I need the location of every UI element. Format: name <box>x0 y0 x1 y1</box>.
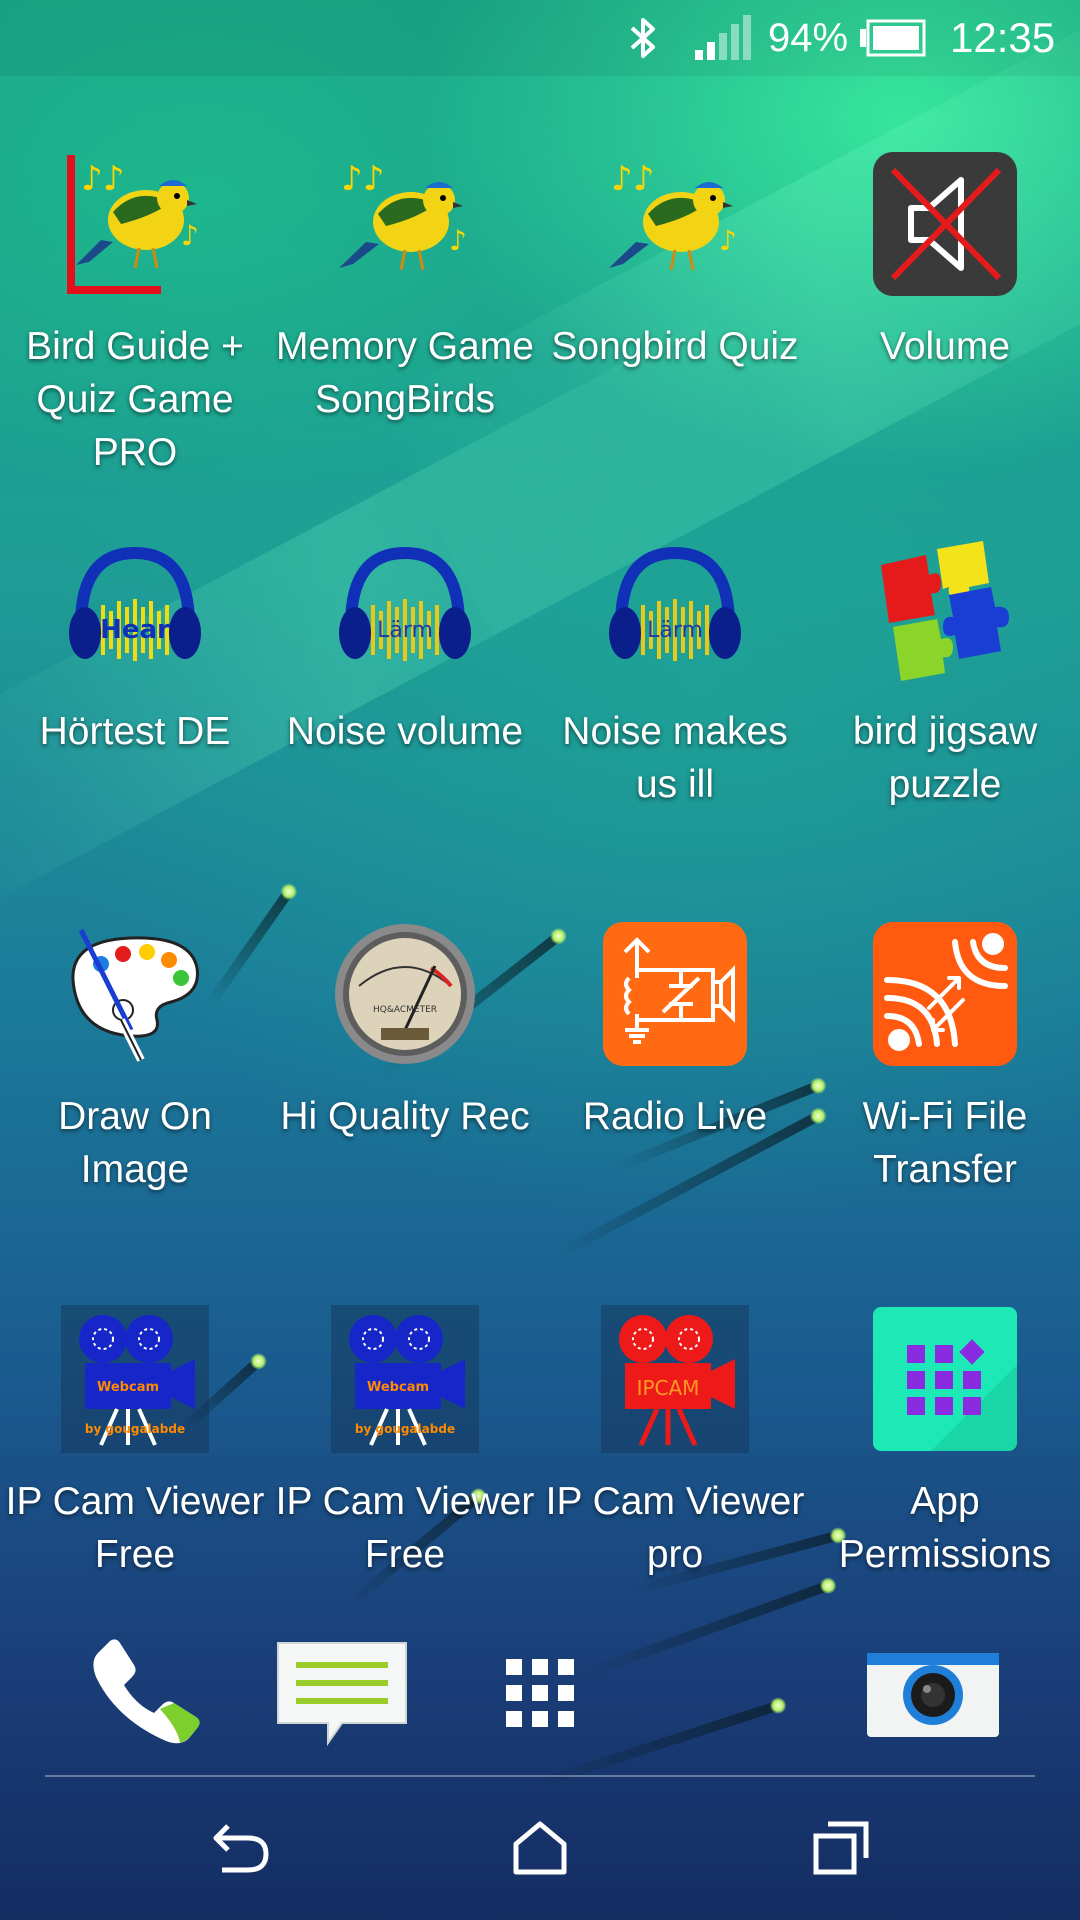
app-permissions-icon <box>871 1305 1019 1453</box>
app-noise-makes-us-ill[interactable]: Lärm Noise makes us ill <box>540 535 810 811</box>
headphones-icon: Hear <box>61 535 209 683</box>
headphones-icon: Lärm <box>331 535 479 683</box>
dock-phone[interactable] <box>70 1630 220 1760</box>
dock-app-drawer[interactable] <box>465 1630 615 1760</box>
headphones-icon-text: Lärm <box>647 618 703 643</box>
app-label: Memory Game SongBirds <box>276 325 534 421</box>
signal-icon <box>693 0 753 76</box>
app-label: Noise volume <box>286 710 524 753</box>
bluetooth-icon <box>626 0 660 76</box>
app-label: IP Cam Viewer pro <box>545 1480 805 1576</box>
webcam-icon: Webcam by gougalabde <box>61 1305 209 1453</box>
app-ip-cam-viewer-pro[interactable]: IPCAM IP Cam Viewer pro <box>540 1305 810 1581</box>
songbird-icon: ♪♪ ♪ <box>601 150 749 298</box>
app-label: Hi Quality Rec <box>280 1095 530 1138</box>
svg-text:♪♪: ♪♪ <box>611 159 654 199</box>
app-bird-guide[interactable]: ♪♪ ♪ Bird Guide + Quiz Game PRO <box>0 150 270 479</box>
recents-button[interactable] <box>775 1800 905 1900</box>
home-screen: 94% 12:35 ♪♪ ♪ Bird Guide + Quiz Game PR… <box>0 0 1080 1920</box>
svg-text:♪: ♪ <box>719 224 737 257</box>
webcam-icon-subtext: by gougalabde <box>355 1422 455 1436</box>
app-label: Bird Guide + Quiz Game PRO <box>26 325 244 474</box>
app-hi-quality-rec[interactable]: HQ&ACMETER Hi Quality Rec <box>270 920 540 1143</box>
camera-icon <box>863 1643 1003 1748</box>
app-app-permissions[interactable]: App Permissions <box>810 1305 1080 1581</box>
radio-circuit-icon <box>601 920 749 1068</box>
bird-guide-icon: ♪♪ ♪ <box>61 150 209 298</box>
app-label: Noise makes us ill <box>562 710 788 806</box>
home-icon <box>510 1820 570 1881</box>
app-label: bird jigsaw puzzle <box>852 710 1038 806</box>
back-icon <box>208 1820 272 1881</box>
webcam-icon-text: Webcam <box>97 1380 159 1395</box>
app-hoertest-de[interactable]: Hear Hörtest DE <box>0 535 270 758</box>
app-draw-on-image[interactable]: Draw On Image <box>0 920 270 1196</box>
app-label: IP Cam Viewer Free <box>5 1480 265 1576</box>
recents-icon <box>810 1820 870 1881</box>
app-label: Songbird Quiz <box>551 325 799 368</box>
webcam-icon: Webcam by gougalabde <box>331 1305 479 1453</box>
headphones-icon-text: Hear <box>100 615 170 645</box>
headphones-icon-text: Lärm <box>377 618 433 643</box>
app-label: Hörtest DE <box>39 710 231 753</box>
svg-text:♪: ♪ <box>449 224 467 257</box>
battery-icon <box>858 0 926 76</box>
app-songbird-quiz[interactable]: ♪♪ ♪ Songbird Quiz <box>540 150 810 373</box>
puzzle-icon <box>871 535 1019 683</box>
dock-divider <box>45 1775 1035 1777</box>
home-button[interactable] <box>475 1800 605 1900</box>
vu-meter-icon: HQ&ACMETER <box>331 920 479 1068</box>
app-label: Radio Live <box>582 1095 768 1138</box>
app-label: Draw On Image <box>58 1095 212 1191</box>
vu-meter-icon-text: HQ&ACMETER <box>373 1005 437 1015</box>
app-wifi-file-transfer[interactable]: Wi-Fi File Transfer <box>810 920 1080 1196</box>
app-volume[interactable]: Volume <box>810 150 1080 373</box>
webcam-icon-text: Webcam <box>367 1380 429 1395</box>
wifi-transfer-icon <box>871 920 1019 1068</box>
app-label: Volume <box>879 325 1011 368</box>
dock-messages[interactable] <box>267 1630 417 1760</box>
app-label: IP Cam Viewer Free <box>275 1480 535 1576</box>
headphones-icon: Lärm <box>601 535 749 683</box>
app-drawer-icon <box>500 1653 580 1738</box>
app-memory-game-songbirds[interactable]: ♪♪ ♪ Memory Game SongBirds <box>270 150 540 426</box>
ipcam-icon: IPCAM <box>601 1305 749 1453</box>
app-bird-jigsaw-puzzle[interactable]: bird jigsaw puzzle <box>810 535 1080 811</box>
app-radio-live[interactable]: Radio Live <box>540 920 810 1143</box>
volume-muted-icon <box>871 150 1019 298</box>
phone-icon <box>80 1633 210 1758</box>
battery-percent: 94% <box>768 15 849 60</box>
svg-text:♪♪: ♪♪ <box>341 159 384 199</box>
clock: 12:35 <box>950 14 1056 61</box>
app-label: Wi-Fi File Transfer <box>862 1095 1028 1191</box>
status-bar[interactable]: 94% 12:35 <box>0 0 1080 76</box>
app-label: App Permissions <box>838 1480 1052 1576</box>
songbird-icon: ♪♪ ♪ <box>331 150 479 298</box>
dock-camera[interactable] <box>858 1630 1008 1760</box>
app-ip-cam-viewer-free-1[interactable]: Webcam by gougalabde IP Cam Viewer Free <box>0 1305 270 1581</box>
ipcam-icon-text: IPCAM <box>637 1376 700 1400</box>
app-ip-cam-viewer-free-2[interactable]: Webcam by gougalabde IP Cam Viewer Free <box>270 1305 540 1581</box>
messages-icon <box>272 1633 412 1758</box>
palette-icon <box>61 920 209 1068</box>
svg-text:♪♪: ♪♪ <box>81 159 124 199</box>
svg-text:♪: ♪ <box>181 219 199 252</box>
webcam-icon-subtext: by gougalabde <box>85 1422 185 1436</box>
app-noise-volume[interactable]: Lärm Noise volume <box>270 535 540 758</box>
back-button[interactable] <box>175 1800 305 1900</box>
